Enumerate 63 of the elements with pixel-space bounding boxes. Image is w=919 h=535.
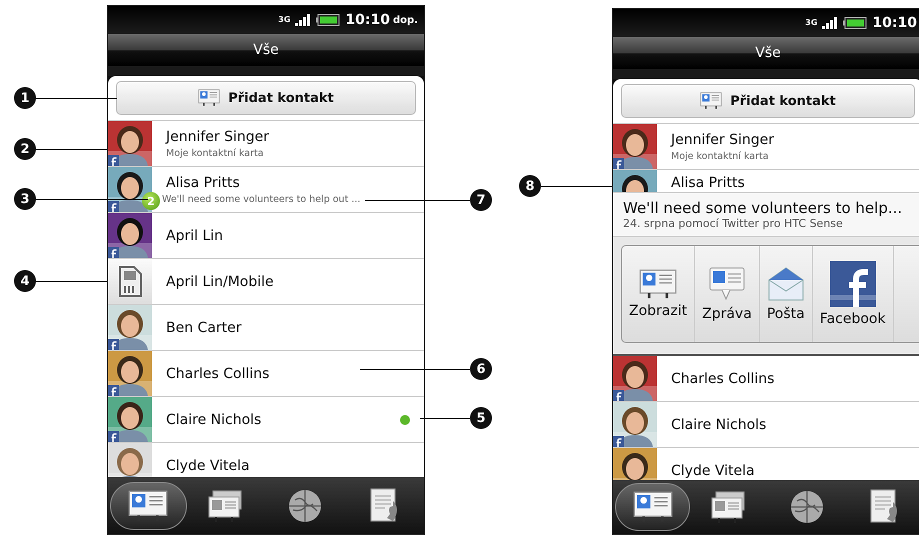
contact-row[interactable]: Claire Nichols <box>613 402 919 448</box>
contact-subtitle: Moje kontaktní karta <box>671 150 769 162</box>
contact-row[interactable]: April Lin/Mobile <box>108 259 424 305</box>
battery-icon <box>843 17 868 29</box>
globe-icon <box>788 489 825 525</box>
callout-number: 5 <box>470 407 492 429</box>
network-label: 3G <box>278 16 290 24</box>
popup-meta: 24. srpna pomocí Twitter pro HTC Sense <box>623 217 844 230</box>
contact-name: Ben Carter <box>166 320 242 336</box>
contact-name: April Lin/Mobile <box>166 274 274 290</box>
add-contact-button[interactable]: Přidat kontakt <box>116 81 416 115</box>
contact-row[interactable]: Jennifer Singer Moje kontaktní karta <box>108 121 424 167</box>
clock: 10:10 <box>872 15 917 31</box>
contact-name: Claire Nichols <box>166 412 262 428</box>
callout-number: 8 <box>519 175 541 197</box>
message-icon <box>708 266 746 302</box>
contact-name: Alisa Pritts <box>671 175 745 191</box>
envelope-icon <box>766 266 805 302</box>
contact-name: Alisa Pritts <box>166 174 240 190</box>
action-button[interactable]: Zpráva <box>695 246 760 342</box>
contact-name: Claire Nichols <box>671 416 766 432</box>
tab[interactable] <box>615 483 690 531</box>
contact-row[interactable]: 2 Alisa Pritts We'll need some volunteers to help out ... <box>108 167 424 213</box>
tab[interactable] <box>110 482 187 530</box>
contact-card-icon <box>700 92 722 110</box>
network-label: 3G <box>805 19 818 27</box>
callout-number: 3 <box>14 188 36 210</box>
battery-icon <box>316 14 340 26</box>
callout-number: 4 <box>14 270 36 292</box>
contact-name: Jennifer Singer <box>166 128 270 144</box>
signal-icon <box>295 14 312 26</box>
social-logo-icon <box>830 261 876 307</box>
contact-card-icon <box>198 89 220 107</box>
action-button[interactable]: Zobrazit <box>622 246 696 342</box>
contact-row[interactable]: Claire Nichols <box>108 397 424 443</box>
action-button[interactable]: Facebook <box>812 246 894 342</box>
contact-row[interactable]: Charles Collins <box>108 351 424 397</box>
callout-number: 1 <box>14 87 36 109</box>
screen-title: Vše <box>755 45 781 61</box>
globe-icon <box>287 488 324 524</box>
add-contact-button[interactable]: Přidat kontakt <box>621 84 915 118</box>
contact-name: Charles Collins <box>166 366 270 382</box>
contact-name: Clyde Vitela <box>166 458 250 474</box>
contact-subtitle: We'll need some volunteers to help out ... <box>162 194 360 204</box>
contact-name: Jennifer Singer <box>671 132 774 148</box>
contact-row[interactable]: April Lin <box>108 213 424 259</box>
sim-card-icon <box>108 259 152 304</box>
callout-number: 2 <box>14 138 36 160</box>
callout-number: 7 <box>470 189 492 211</box>
clock-period: dop. <box>393 14 418 26</box>
screen-title: Vše <box>253 42 279 58</box>
signal-icon <box>822 17 838 29</box>
contact-row[interactable]: Charles Collins <box>613 356 919 402</box>
contact-subtitle: Moje kontaktní karta <box>166 148 264 158</box>
contact-card-icon <box>639 268 678 300</box>
popup-message: We'll need some volunteers to help... <box>623 199 904 217</box>
callout-number: 6 <box>470 358 492 380</box>
contact-name: Clyde Vitela <box>671 462 755 478</box>
contact-row[interactable]: Ben Carter <box>108 305 424 351</box>
contact-name: April Lin <box>166 228 224 244</box>
clock: 10:10 <box>345 12 390 28</box>
contact-name: Charles Collins <box>671 370 774 386</box>
action-button[interactable]: Pošta <box>760 246 813 342</box>
